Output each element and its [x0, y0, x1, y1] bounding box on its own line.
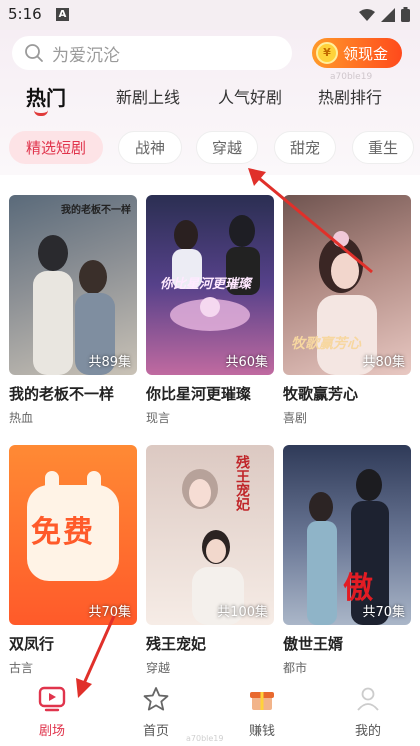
free-badge-ear-left — [45, 471, 59, 497]
nav-earn-label: 赚钱 — [248, 724, 275, 739]
nav-home-label: 首页 — [142, 724, 169, 739]
nav-theater-label: 剧场 — [38, 724, 65, 739]
play-square-icon — [38, 686, 66, 712]
nav-theater[interactable]: 剧场 — [22, 686, 82, 739]
drama-poster: 我的老板不一样 共89集 — [9, 195, 137, 375]
user-icon — [357, 687, 379, 711]
chip-time-travel[interactable]: 穿越 — [196, 131, 258, 164]
drama-poster: 你比星河更璀璨 共60集 — [146, 195, 274, 375]
status-time: 5:16 — [8, 5, 42, 23]
nav-profile-label: 我的 — [354, 724, 381, 739]
tab-new-releases[interactable]: 新剧上线 — [116, 84, 180, 108]
gift-icon — [250, 692, 274, 710]
genre-filter-chips: 精选短剧 战神 穿越 甜宠 重生 — [0, 131, 420, 165]
drama-title: 你比星河更璀璨 — [146, 385, 252, 403]
star-icon — [143, 687, 169, 711]
drama-poster: 免费 共70集 — [9, 445, 137, 625]
drama-title: 双凤行 — [9, 635, 55, 653]
drama-tag: 喜剧 — [283, 411, 308, 425]
signal-icon — [381, 7, 395, 22]
reward-cash-label: 领现金 — [343, 44, 389, 63]
drama-tag: 现言 — [146, 411, 171, 425]
coin-icon: ¥ — [316, 42, 338, 64]
search-placeholder: 为爱沉沦 — [52, 45, 120, 66]
chip-rebirth[interactable]: 重生 — [352, 131, 414, 164]
search-input[interactable]: 为爱沉沦 — [12, 36, 292, 70]
bottom-navigation: 剧场 首页 赚钱 我的 a70ble19 — [0, 680, 420, 746]
battery-icon — [401, 7, 410, 22]
drama-title: 牧歌赢芳心 — [283, 385, 359, 403]
poster-title: 我的老板不一样 — [61, 205, 131, 216]
tab-popular[interactable]: 人气好剧 — [218, 84, 282, 108]
category-tabs: 热门 新剧上线 人气好剧 热剧排行 — [0, 84, 420, 120]
nav-profile[interactable]: 我的 — [338, 686, 398, 739]
poster-title: 免费 — [31, 515, 95, 550]
drama-tag: 穿越 — [146, 661, 171, 675]
nav-home[interactable]: 首页 — [126, 686, 186, 739]
chip-featured[interactable]: 精选短剧 — [9, 131, 103, 164]
chip-war-god[interactable]: 战神 — [118, 131, 182, 164]
episode-count: 共70集 — [362, 605, 405, 620]
drama-poster: 残王宠妃 共100集 — [146, 445, 274, 625]
drama-title: 我的老板不一样 — [9, 385, 115, 403]
poster-figures — [33, 235, 115, 375]
active-tab-indicator — [34, 110, 48, 116]
search-icon — [25, 44, 43, 62]
poster-title: 残王宠妃 — [234, 455, 250, 511]
episode-count: 共89集 — [88, 355, 131, 370]
nav-earn[interactable]: 赚钱 — [232, 686, 292, 739]
chip-sweet-romance[interactable]: 甜宠 — [274, 131, 336, 164]
notification-icon: A — [56, 8, 69, 21]
drama-title: 残王宠妃 — [146, 635, 207, 653]
poster-title: 牧歌赢芳心 — [291, 336, 361, 352]
episode-count: 共70集 — [88, 605, 131, 620]
watermark-text: a70ble19 — [330, 72, 373, 82]
status-bar: 5:16 A — [0, 0, 420, 30]
free-badge-ear-right — [87, 471, 101, 497]
poster-title: 你比星河更璀璨 — [160, 277, 252, 292]
tab-hot[interactable]: 热门 — [26, 82, 66, 111]
wifi-icon — [359, 8, 375, 21]
poster-figures — [182, 469, 244, 625]
drama-tag: 热血 — [9, 411, 34, 425]
drama-tag: 都市 — [283, 661, 308, 675]
drama-poster: 牧歌赢芳心 共80集 — [283, 195, 411, 375]
tab-ranking[interactable]: 热剧排行 — [318, 84, 382, 108]
status-icons — [359, 7, 410, 22]
episode-count: 共60集 — [225, 355, 268, 370]
drama-poster: 傲 共70集 — [283, 445, 411, 625]
episode-count: 共100集 — [217, 605, 268, 620]
drama-title: 傲世王婿 — [283, 635, 344, 653]
episode-count: 共80集 — [362, 355, 405, 370]
reward-cash-button[interactable]: ¥ 领现金 — [312, 38, 402, 68]
watermark-text: a70ble19 — [186, 734, 224, 743]
drama-tag: 古言 — [9, 661, 34, 675]
